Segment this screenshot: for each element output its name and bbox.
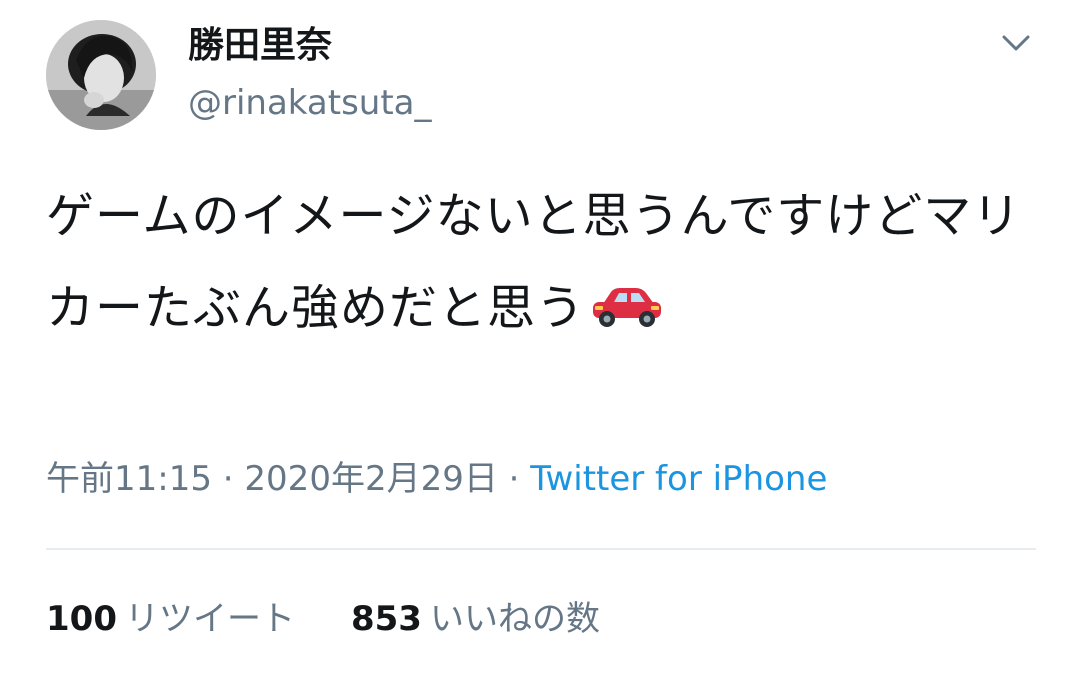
tweet-stats: 100 リツイート 853 いいねの数 bbox=[46, 596, 600, 642]
tweet-source-link[interactable]: Twitter for iPhone bbox=[530, 459, 827, 499]
chevron-down-icon[interactable] bbox=[996, 28, 1036, 58]
likes-label: いいねの数 bbox=[429, 599, 600, 639]
likes-count: 853 bbox=[350, 599, 422, 639]
meta-separator: · bbox=[497, 459, 531, 499]
author-display-name[interactable]: 勝田里奈 bbox=[188, 24, 332, 68]
meta-separator: · bbox=[211, 459, 245, 499]
retweets-label: リツイート bbox=[124, 599, 295, 639]
divider bbox=[46, 548, 1036, 550]
red-car-icon bbox=[589, 268, 665, 360]
tweet-detail: 勝田里奈 @rinakatsuta_ ゲームのイメージないと思うんですけどマリカ… bbox=[0, 0, 1078, 679]
tweet-time[interactable]: 午前11:15 bbox=[46, 459, 212, 499]
tweet-text: ゲームのイメージないと思うんですけどマリカーたぶん強めだと思う bbox=[46, 188, 1022, 336]
avatar[interactable] bbox=[46, 20, 156, 130]
retweets-count: 100 bbox=[46, 599, 117, 639]
tweet-body: ゲームのイメージないと思うんですけどマリカーたぶん強めだと思う bbox=[46, 170, 1026, 360]
retweets-stat[interactable]: 100 リツイート bbox=[46, 596, 295, 642]
likes-stat[interactable]: 853 いいねの数 bbox=[351, 596, 600, 642]
avatar-photo bbox=[46, 20, 156, 130]
tweet-date[interactable]: 2020年2月29日 bbox=[244, 459, 497, 499]
author-handle[interactable]: @rinakatsuta_ bbox=[188, 82, 432, 124]
tweet-meta: 午前11:15 · 2020年2月29日 · Twitter for iPhon… bbox=[46, 456, 827, 502]
